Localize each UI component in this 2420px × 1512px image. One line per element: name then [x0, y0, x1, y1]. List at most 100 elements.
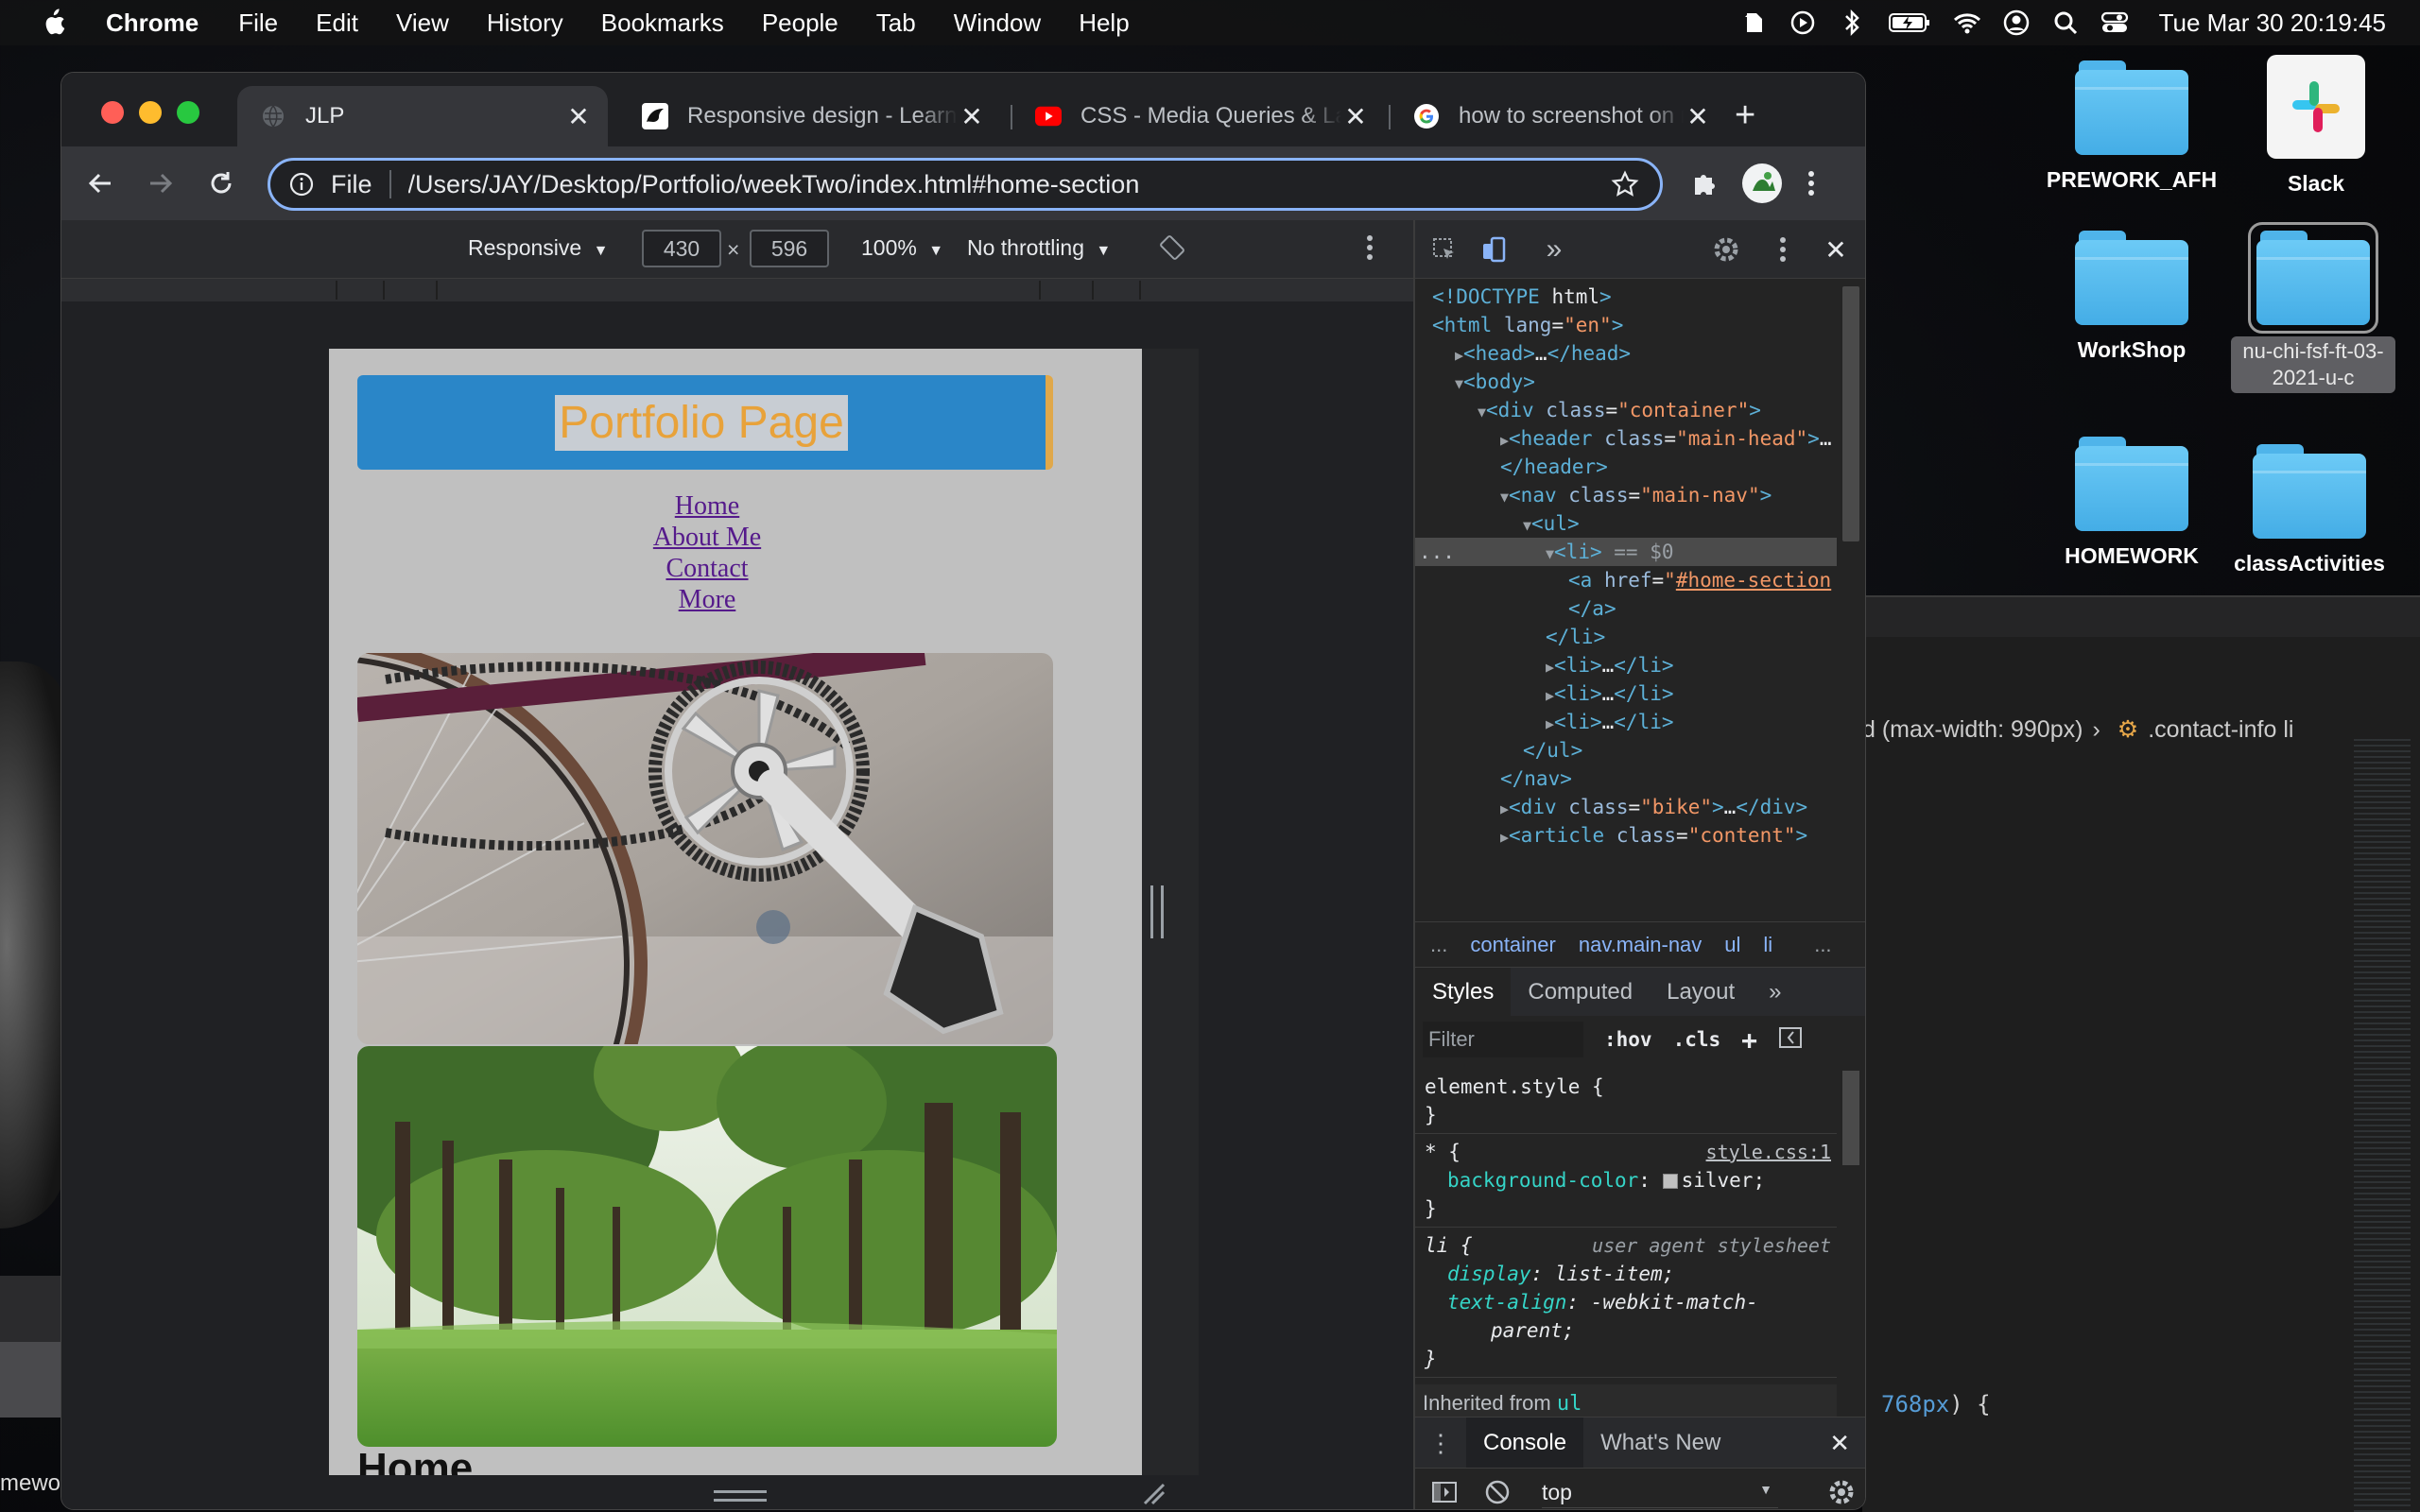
- dom-node-line[interactable]: ▼<div class="container">: [1415, 396, 1761, 424]
- rule-source-link[interactable]: style.css:1: [1706, 1138, 1831, 1166]
- minimize-window-button[interactable]: [139, 101, 162, 124]
- bookmark-star-icon[interactable]: [1611, 170, 1641, 198]
- class-toggle[interactable]: .cls: [1673, 1028, 1721, 1051]
- address-bar[interactable]: File /Users/JAY/Desktop/Portfolio/weekTw…: [268, 158, 1663, 211]
- tab-screenshot-mac[interactable]: how to screenshot on mac ✕: [1391, 86, 1727, 146]
- close-devtools-icon[interactable]: ✕: [1820, 233, 1852, 266]
- rotate-icon[interactable]: [1158, 233, 1186, 267]
- styles-scrollbar[interactable]: [1841, 1071, 1861, 1260]
- close-drawer-icon[interactable]: ✕: [1812, 1418, 1865, 1469]
- close-icon[interactable]: ✕: [1341, 101, 1370, 132]
- viewport-resize-handle-right[interactable]: [1150, 885, 1164, 938]
- throttling-selector[interactable]: No throttling ▼: [967, 235, 1111, 261]
- dom-node-line[interactable]: </ul>: [1415, 736, 1582, 765]
- menu-help[interactable]: Help: [1079, 9, 1129, 38]
- chrome-menu-kebab-icon[interactable]: [1797, 162, 1825, 205]
- viewport-resize-handle-bottom[interactable]: [714, 1490, 767, 1502]
- device-toolbar-toggle-icon[interactable]: [1478, 233, 1510, 266]
- media-query-ruler[interactable]: [61, 279, 1413, 301]
- wifi-icon[interactable]: [1953, 9, 1981, 37]
- node-actions-dots[interactable]: ...: [1419, 538, 1455, 566]
- hover-state-toggle[interactable]: :hov: [1604, 1028, 1652, 1051]
- nav-link-contact[interactable]: Contact: [329, 553, 1085, 584]
- dom-node-line[interactable]: ▶<li>…</li>: [1415, 651, 1674, 679]
- console-sidebar-icon[interactable]: [1430, 1478, 1459, 1509]
- menu-bookmarks[interactable]: Bookmarks: [601, 9, 724, 38]
- nav-link-home[interactable]: Home: [329, 490, 1085, 522]
- breadcrumb-ul[interactable]: ul: [1724, 933, 1740, 957]
- breadcrumb-nav[interactable]: nav.main-nav: [1579, 933, 1702, 957]
- tab-computed[interactable]: Computed: [1511, 968, 1650, 1017]
- viewport-resize-corner-icon[interactable]: [1139, 1479, 1167, 1507]
- collapse-triangle-icon[interactable]: ▼: [1478, 404, 1486, 421]
- styles-filter-input[interactable]: Filter: [1423, 1022, 1583, 1057]
- dom-node-line[interactable]: <a href="#home-section: [1415, 566, 1831, 594]
- zoom-window-button[interactable]: [177, 101, 199, 124]
- breadcrumb-container[interactable]: container: [1470, 933, 1556, 957]
- expand-triangle-icon[interactable]: ▶: [1500, 432, 1509, 449]
- close-icon[interactable]: ✕: [958, 101, 986, 132]
- apple-icon[interactable]: [40, 8, 78, 38]
- dom-node-line[interactable]: </li>: [1415, 623, 1605, 651]
- menubar-clock[interactable]: Tue Mar 30 20:19:45: [2159, 9, 2386, 38]
- user-icon[interactable]: [2002, 9, 2031, 37]
- tab-whats-new[interactable]: What's New: [1583, 1418, 1737, 1469]
- nav-link-about[interactable]: About Me: [329, 522, 1085, 553]
- bluetooth-icon[interactable]: [1838, 9, 1866, 37]
- menu-view[interactable]: View: [396, 9, 449, 38]
- dom-node-line[interactable]: ▼<ul>: [1415, 509, 1580, 538]
- tab-responsive-design[interactable]: Responsive design - Learn web developmen…: [619, 86, 1001, 146]
- nav-link-more[interactable]: More: [329, 584, 1085, 615]
- rule-universal[interactable]: * { style.css:1 background-color: silver…: [1415, 1134, 1837, 1228]
- devtools-menu-kebab-icon[interactable]: [1767, 233, 1799, 266]
- tab-styles[interactable]: Styles: [1415, 967, 1512, 1017]
- collapse-triangle-icon[interactable]: ▼: [1455, 375, 1463, 392]
- menu-file[interactable]: File: [238, 9, 278, 38]
- menu-tab[interactable]: Tab: [876, 9, 916, 38]
- device-selector[interactable]: Responsive ▼: [468, 235, 608, 261]
- menu-edit[interactable]: Edit: [316, 9, 358, 38]
- rule-property[interactable]: background-color: silver;: [1425, 1166, 1827, 1194]
- dom-node-line[interactable]: ▼<nav class="main-nav">: [1415, 481, 1772, 509]
- desktop-icon-classactivities[interactable]: classActivities: [2220, 444, 2399, 576]
- editor-minimap[interactable]: [2354, 739, 2411, 1512]
- toggle-sidebar-icon[interactable]: [1778, 1026, 1803, 1054]
- tab-console[interactable]: Console: [1466, 1417, 1584, 1469]
- menu-app-chrome[interactable]: Chrome: [106, 9, 199, 38]
- reload-button[interactable]: [203, 165, 239, 201]
- evernote-icon[interactable]: [1739, 9, 1768, 37]
- battery-icon[interactable]: [1887, 9, 1932, 37]
- settings-gear-icon[interactable]: [1710, 233, 1742, 266]
- dom-node-selected[interactable]: ... ▼<li> == $0: [1415, 538, 1837, 566]
- extensions-puzzle-icon[interactable]: [1684, 162, 1725, 205]
- expand-triangle-icon[interactable]: ▶: [1546, 687, 1554, 704]
- inspect-element-icon[interactable]: [1428, 233, 1461, 266]
- dom-node-line[interactable]: ▶<li>…</li>: [1415, 708, 1674, 736]
- more-tabs-icon[interactable]: »: [1752, 968, 1798, 1017]
- dom-node-line[interactable]: ▶<header class="main-head">…: [1415, 424, 1831, 453]
- device-toolbar-more-icon[interactable]: [1366, 233, 1374, 267]
- viewport-height-input[interactable]: 596: [750, 230, 829, 267]
- tab-jlp[interactable]: JLP ✕: [237, 86, 608, 146]
- desktop-icon-slack[interactable]: Slack: [2226, 55, 2406, 197]
- expand-triangle-icon[interactable]: ▶: [1455, 347, 1463, 364]
- menu-window[interactable]: Window: [954, 9, 1041, 38]
- close-icon[interactable]: ✕: [564, 101, 593, 132]
- breadcrumb-more-left[interactable]: ...: [1430, 933, 1447, 957]
- url-text[interactable]: /Users/JAY/Desktop/Portfolio/weekTwo/ind…: [408, 170, 1611, 199]
- zoom-selector[interactable]: 100% ▼: [861, 235, 943, 261]
- inherited-tag-link[interactable]: ul: [1557, 1392, 1582, 1416]
- dom-node-line[interactable]: ▶<article class="content">: [1415, 821, 1807, 846]
- dom-node-line[interactable]: <html lang="en">: [1415, 311, 1623, 339]
- collapse-triangle-icon[interactable]: ▼: [1546, 545, 1554, 562]
- play-icon[interactable]: [1789, 9, 1817, 37]
- expand-triangle-icon[interactable]: ▶: [1500, 800, 1509, 817]
- close-icon[interactable]: ✕: [1684, 101, 1712, 132]
- back-button[interactable]: [82, 165, 118, 201]
- dom-node-line[interactable]: ▶<li>…</li>: [1415, 679, 1674, 708]
- control-center-icon[interactable]: [2100, 9, 2129, 37]
- rule-element-style[interactable]: element.style { }: [1415, 1069, 1837, 1134]
- tab-layout[interactable]: Layout: [1650, 968, 1752, 1017]
- profile-avatar[interactable]: [1740, 162, 1784, 205]
- tab-css-media-queries[interactable]: CSS - Media Queries & Layouts ✕: [1012, 86, 1385, 146]
